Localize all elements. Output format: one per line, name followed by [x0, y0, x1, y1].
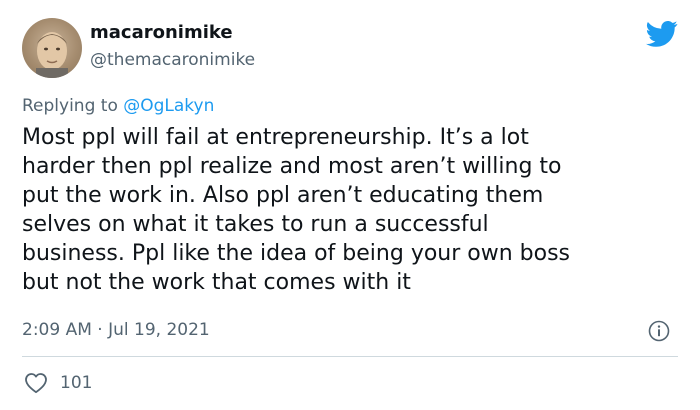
- divider: [22, 356, 678, 357]
- avatar-face-icon: [36, 32, 68, 78]
- like-button[interactable]: 101: [24, 372, 92, 394]
- info-icon[interactable]: [648, 320, 670, 342]
- tweet-text: Most ppl will fail at entrepreneurship. …: [22, 125, 571, 295]
- replying-to-line: Replying to @OgLakyn: [22, 96, 214, 116]
- heart-icon: [25, 373, 47, 394]
- avatar[interactable]: [22, 18, 82, 78]
- tweet-card: macaronimike @themacaronimike Replying t…: [0, 0, 700, 410]
- display-name[interactable]: macaronimike: [90, 22, 233, 43]
- replying-prefix: Replying to: [22, 96, 124, 116]
- twitter-bird-icon[interactable]: [646, 20, 678, 48]
- like-count: 101: [60, 373, 93, 393]
- user-handle[interactable]: @themacaronimike: [90, 50, 255, 70]
- replying-to-mention-link[interactable]: @OgLakyn: [123, 96, 214, 116]
- tweet-timestamp[interactable]: 2:09 AM · Jul 19, 2021: [22, 320, 210, 340]
